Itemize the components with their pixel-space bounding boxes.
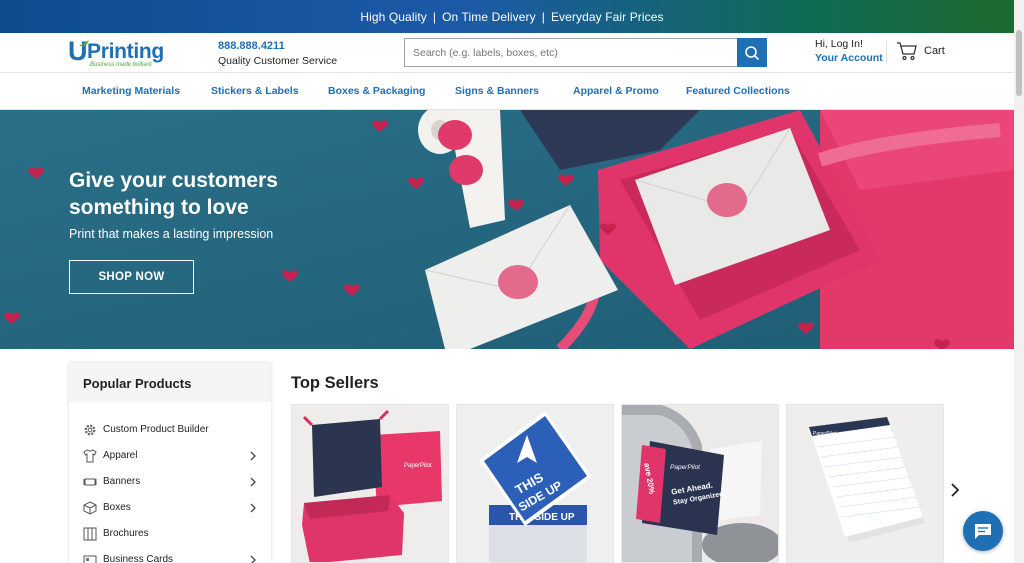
logo[interactable]: U Printing Business made brilliant bbox=[68, 36, 188, 69]
logo-wordmark: Printing bbox=[87, 40, 164, 63]
product-card-signs[interactable]: THIS SIDE UP THIS SIDE UP bbox=[456, 404, 614, 563]
sidebar-item-custom-product-builder[interactable]: Custom Product Builder bbox=[69, 422, 271, 448]
carousel-next-icon[interactable] bbox=[948, 482, 962, 498]
promo-separator: | bbox=[541, 9, 545, 24]
product-image-notepads: PaperPilot bbox=[787, 405, 943, 562]
gear-icon bbox=[84, 424, 96, 436]
header-divider bbox=[886, 41, 887, 65]
popular-products-title: Popular Products bbox=[69, 363, 271, 402]
scrollbar-thumb[interactable] bbox=[1016, 30, 1022, 96]
chevron-right-icon bbox=[250, 555, 256, 563]
brochure-icon bbox=[83, 527, 97, 541]
sidebar-item-label: Boxes bbox=[103, 502, 131, 513]
sidebar-item-business-cards[interactable]: Business Cards bbox=[69, 552, 271, 563]
nav-boxes-packaging[interactable]: Boxes & Packaging bbox=[328, 85, 425, 97]
tshirt-icon bbox=[83, 449, 97, 463]
promo-item-prices: Everyday Fair Prices bbox=[550, 9, 664, 24]
notepad-brand-text: PaperPilot bbox=[813, 431, 837, 437]
page-scrollbar[interactable] bbox=[1014, 0, 1024, 563]
account-link[interactable]: Your Account bbox=[815, 52, 883, 64]
box-icon bbox=[83, 501, 97, 515]
postcard-brand-text: PaperPilot bbox=[670, 464, 701, 471]
product-image-boxes: PaperPilot bbox=[292, 405, 448, 562]
nav-apparel-promo[interactable]: Apparel & Promo bbox=[573, 85, 659, 97]
sidebar-item-apparel[interactable]: Apparel bbox=[69, 448, 271, 474]
promo-item-quality: High Quality bbox=[360, 9, 427, 24]
product-card-boxes[interactable]: PaperPilot bbox=[291, 404, 449, 563]
popular-products-list: Custom Product Builder Apparel Banners B… bbox=[69, 402, 271, 563]
site-header: U Printing Business made brilliant 888.8… bbox=[0, 33, 1024, 73]
search-input[interactable] bbox=[404, 38, 738, 67]
sidebar-item-label: Business Cards bbox=[103, 554, 174, 563]
sidebar-item-label: Apparel bbox=[103, 450, 138, 461]
chevron-right-icon bbox=[250, 451, 256, 461]
sidebar-item-brochures[interactable]: Brochures bbox=[69, 526, 271, 552]
chevron-right-icon bbox=[250, 503, 256, 513]
search-icon bbox=[745, 45, 760, 60]
box-brand-text: PaperPilot bbox=[404, 463, 432, 469]
product-image-postcards: PaperPilot Get Ahead. Stay Organized ave… bbox=[622, 405, 778, 562]
product-card-notepads[interactable]: PaperPilot bbox=[786, 404, 944, 563]
promo-separator: | bbox=[432, 9, 437, 24]
search-button[interactable] bbox=[737, 38, 767, 67]
login-greeting[interactable]: Hi, Log In! bbox=[815, 38, 863, 50]
cart-icon bbox=[897, 42, 917, 61]
hero-title: Give your customers something to love bbox=[69, 169, 278, 219]
promo-bar: High Quality | On Time Delivery | Everyd… bbox=[0, 0, 1024, 33]
product-image-signs: THIS SIDE UP THIS SIDE UP bbox=[457, 405, 613, 562]
sidebar-item-label: Custom Product Builder bbox=[103, 424, 209, 435]
chat-icon bbox=[975, 524, 991, 539]
hero-banner[interactable]: Give your customers something to love Pr… bbox=[0, 110, 1014, 349]
phone-number[interactable]: 888.888.4211 bbox=[218, 40, 285, 52]
sidebar-item-label: Brochures bbox=[103, 528, 149, 539]
chat-button[interactable] bbox=[963, 511, 1003, 551]
shop-now-button[interactable]: SHOP NOW bbox=[69, 260, 194, 294]
page: High Quality | On Time Delivery | Everyd… bbox=[0, 0, 1024, 563]
hero-subtitle: Print that makes a lasting impression bbox=[69, 227, 274, 241]
business-card-icon bbox=[83, 555, 97, 563]
banner-icon bbox=[83, 478, 97, 486]
sidebar-item-label: Banners bbox=[103, 476, 141, 487]
cart-button[interactable]: Cart bbox=[896, 41, 945, 61]
sidebar-item-banners[interactable]: Banners bbox=[69, 474, 271, 500]
promo-item-delivery: On Time Delivery bbox=[442, 9, 536, 24]
sidebar-item-boxes[interactable]: Boxes bbox=[69, 500, 271, 526]
nav-marketing-materials[interactable]: Marketing Materials bbox=[82, 85, 180, 97]
main-nav: Marketing Materials Stickers & Labels Bo… bbox=[0, 73, 1024, 110]
popular-products-panel: Popular Products Custom Product Builder … bbox=[69, 363, 271, 563]
nav-stickers-labels[interactable]: Stickers & Labels bbox=[211, 85, 299, 97]
customer-service-label: Quality Customer Service bbox=[218, 55, 338, 67]
chevron-right-icon bbox=[250, 477, 256, 487]
top-sellers-title: Top Sellers bbox=[291, 374, 379, 392]
product-card-postcards[interactable]: PaperPilot Get Ahead. Stay Organized ave… bbox=[621, 404, 779, 563]
nav-featured-collections[interactable]: Featured Collections bbox=[686, 85, 790, 97]
cart-label: Cart bbox=[924, 45, 945, 57]
nav-signs-banners[interactable]: Signs & Banners bbox=[455, 85, 539, 97]
logo-tagline: Business made brilliant bbox=[90, 62, 152, 68]
